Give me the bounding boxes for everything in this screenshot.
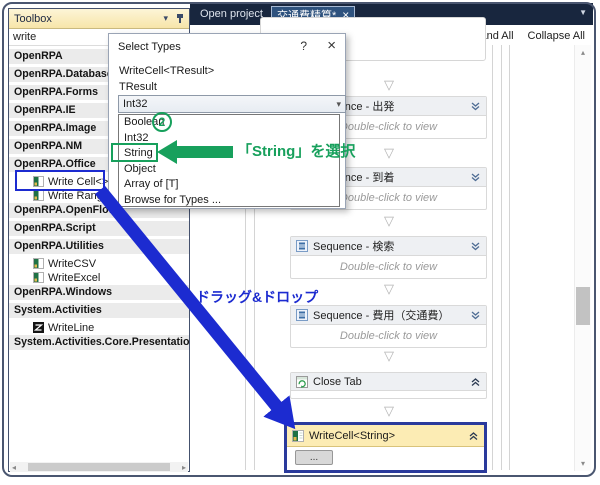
sequence-title: Sequence - 費用（交通費） (313, 310, 450, 322)
collapse-all-link[interactable]: Collapse All (528, 30, 585, 42)
close-tab-title: Close Tab (313, 375, 362, 388)
scroll-up-icon[interactable]: ▴ (575, 48, 591, 57)
close-tab-activity[interactable]: Close Tab (290, 372, 487, 399)
flow-connector-arrow: ▽ (384, 348, 394, 363)
toolbox-item-label: WriteLine (48, 321, 95, 334)
sequence-title: Sequence - 検索 (313, 241, 395, 253)
sequence-activity-search[interactable]: Sequence - 検索 Double-click to view (290, 236, 487, 279)
toolbox-category-utilities[interactable]: OpenRPA.Utilities (9, 239, 189, 254)
toolbox-category-script[interactable]: OpenRPA.Script (9, 221, 189, 236)
writecell-header[interactable]: WriteCell<String> (287, 425, 484, 447)
chevron-double-down-icon[interactable] (470, 241, 481, 251)
chevron-down-icon[interactable]: ▾ (336, 99, 341, 110)
toolbox-item-label: WriteExcel (48, 271, 101, 284)
close-tab-body (291, 391, 486, 399)
drag-drop-annotation: ドラッグ&ドロップ (196, 289, 319, 305)
scroll-left-icon[interactable]: ◂ (12, 463, 16, 472)
chevron-double-up-icon[interactable] (470, 377, 481, 387)
toolbox-item-writeline[interactable]: WriteLine (9, 321, 189, 334)
chevron-double-down-icon[interactable] (470, 310, 481, 320)
writecell-ellipsis-button[interactable]: ... (295, 450, 333, 465)
help-icon[interactable]: ? (300, 39, 307, 53)
select-types-dialog: Select Types ? × WriteCell<TResult> TRes… (108, 33, 346, 209)
toolbox-horizontal-scrollbar[interactable]: ◂ ▸ (10, 462, 188, 472)
chevron-double-down-icon[interactable] (470, 101, 481, 111)
dialog-title: Select Types (118, 41, 181, 53)
sequence-icon (296, 240, 308, 252)
sequence-activity-expense[interactable]: Sequence - 費用（交通費） Double-click to view (290, 305, 487, 348)
flow-connector-arrow: ▽ (384, 213, 394, 228)
sequence-header[interactable]: Sequence - 検索 (291, 237, 486, 256)
scrollbar-thumb[interactable] (576, 287, 590, 325)
close-icon[interactable]: × (327, 37, 336, 54)
toolbox-item-writecsv[interactable]: WriteCSV (9, 257, 189, 270)
screenshot-root: Open project 交通費精算* × ▼ Expand All Colla… (0, 0, 600, 485)
writeline-icon (33, 322, 44, 333)
flow-connector-arrow: ▽ (384, 77, 394, 92)
generic-type-label: WriteCell<TResult> (119, 65, 215, 77)
window-position-icon[interactable]: ▾ (163, 13, 168, 24)
toolbox-category-core-presentation[interactable]: System.Activities.Core.Presentation (9, 335, 189, 350)
write-cell-highlight-box (15, 170, 105, 191)
sequence-icon (296, 309, 308, 321)
close-tab-icon (296, 375, 308, 388)
combobox-value: Int32 (123, 98, 148, 110)
toolbox-category-system-activities[interactable]: System.Activities (9, 303, 189, 318)
flow-connector-arrow: ▽ (384, 145, 394, 160)
pin-icon[interactable] (176, 13, 184, 24)
chevron-double-down-icon[interactable] (470, 172, 481, 182)
scroll-right-icon[interactable]: ▸ (182, 463, 186, 472)
writecell-activity-selected[interactable]: WriteCell<String> ... (284, 422, 487, 473)
scroll-down-icon[interactable]: ▾ (575, 459, 591, 468)
designer-vertical-scrollbar[interactable]: ▴ ▾ (574, 45, 591, 471)
type-option-browse[interactable]: Browse for Types ... (119, 193, 339, 209)
toolbox-category-windows[interactable]: OpenRPA.Windows (9, 285, 189, 300)
select-string-annotation: 「String」を選択 (237, 143, 356, 160)
flow-connector-arrow: ▽ (384, 281, 394, 296)
canvas-right-border (492, 45, 493, 470)
flow-connector-arrow: ▽ (384, 403, 394, 418)
sequence-collapsed-hint[interactable]: Double-click to view (291, 256, 486, 278)
toolbox-item-writeexcel[interactable]: WriteExcel (9, 271, 189, 284)
excel-sheet-icon (33, 190, 44, 201)
tab-open-project[interactable]: Open project (190, 8, 271, 20)
excel-sheet-icon (292, 429, 304, 442)
toolbox-item-label: WriteCSV (48, 257, 97, 270)
scrollbar-thumb[interactable] (28, 463, 170, 471)
type-option-object[interactable]: Object (119, 162, 339, 178)
toolbox-title-bar: Toolbox ▾ (9, 9, 189, 29)
canvas-right-border-outer (509, 45, 510, 470)
toolbox-item-label: Write Range (48, 189, 109, 202)
type-option-array[interactable]: Array of [T] (119, 177, 339, 193)
close-tab-header[interactable]: Close Tab (291, 373, 486, 391)
sequence-header[interactable]: Sequence - 費用（交通費） (291, 306, 486, 325)
excel-sheet-icon (33, 258, 44, 269)
type-combobox[interactable]: Int32 ▾ (118, 95, 346, 113)
toolbox-title: Toolbox (14, 12, 52, 25)
window-menu-icon[interactable]: ▼ (579, 8, 587, 17)
excel-sheet-icon (33, 272, 44, 283)
canvas-right-border-inner (501, 45, 502, 470)
type-parameter-label: TResult (119, 81, 157, 93)
writecell-title: WriteCell<String> (309, 429, 395, 442)
chevron-double-up-icon[interactable] (468, 431, 479, 441)
sequence-collapsed-hint[interactable]: Double-click to view (291, 325, 486, 347)
string-highlight-box (111, 143, 158, 162)
step-number-badge: 2 (152, 112, 172, 132)
